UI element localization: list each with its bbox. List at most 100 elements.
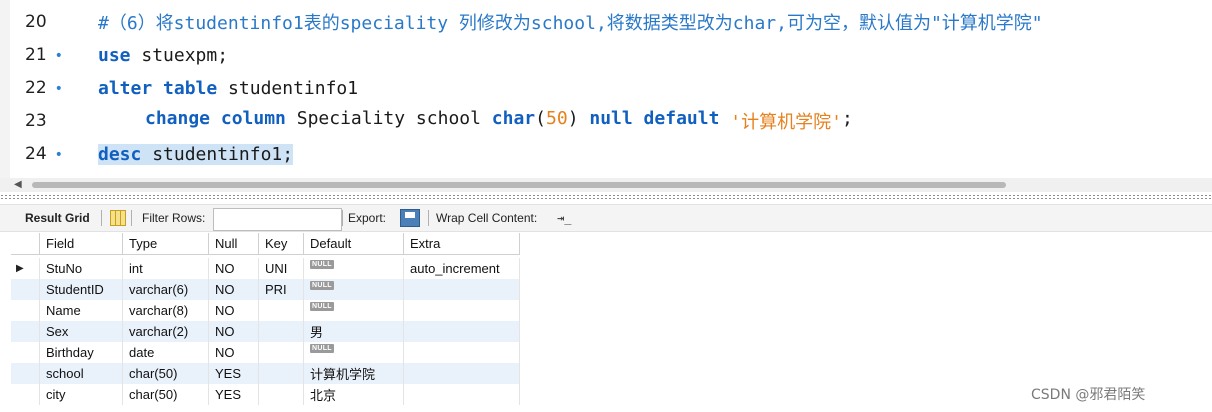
selected-code[interactable]: desc studentinfo1; xyxy=(98,143,294,165)
column-header-type[interactable]: Type xyxy=(123,233,209,255)
horizontal-scrollbar[interactable]: ◀ xyxy=(0,178,1212,192)
wrap-cell-label: Wrap Cell Content: xyxy=(436,211,538,225)
cell-null[interactable]: NO xyxy=(209,300,259,321)
code-string: '计算机学院' xyxy=(730,112,842,133)
filter-rows-input[interactable] xyxy=(213,208,342,231)
line-number: 20 xyxy=(25,12,47,32)
row-selector[interactable] xyxy=(11,321,40,342)
row-selector[interactable] xyxy=(11,300,40,321)
cell-key[interactable]: UNI xyxy=(259,258,304,279)
cell-field[interactable]: StudentID xyxy=(40,279,123,300)
cell-type[interactable]: char(50) xyxy=(123,384,209,405)
cell-field[interactable]: Sex xyxy=(40,321,123,342)
scroll-left-icon[interactable]: ◀ xyxy=(14,179,22,190)
column-header-key[interactable]: Key xyxy=(259,233,304,255)
cell-null[interactable]: YES xyxy=(209,384,259,405)
export-icon[interactable] xyxy=(400,209,420,227)
row-selector[interactable] xyxy=(11,384,40,405)
code-text: studentinfo1; xyxy=(141,143,294,165)
column-header-field[interactable]: Field xyxy=(40,233,123,255)
row-selector[interactable] xyxy=(11,363,40,384)
cell-extra[interactable]: auto_increment xyxy=(404,258,520,279)
row-header-corner xyxy=(11,233,40,255)
cell-null[interactable]: NO xyxy=(209,321,259,342)
cell-extra[interactable] xyxy=(404,321,520,342)
column-header-extra[interactable]: Extra xyxy=(404,233,520,255)
cell-null[interactable]: NO xyxy=(209,279,259,300)
cell-field[interactable]: school xyxy=(40,363,123,384)
table-row[interactable]: StudentID varchar(6) NO PRI NULL xyxy=(11,279,520,300)
keyword: alter table xyxy=(98,77,218,99)
cell-key[interactable]: PRI xyxy=(259,279,304,300)
cell-key[interactable] xyxy=(259,300,304,321)
code-text: stuexpm; xyxy=(130,44,229,66)
cell-key[interactable] xyxy=(259,342,304,363)
cell-extra[interactable] xyxy=(404,300,520,321)
line-number: 21 • xyxy=(25,45,63,65)
cell-key[interactable] xyxy=(259,321,304,342)
cell-extra[interactable] xyxy=(404,342,520,363)
cell-field[interactable]: StuNo xyxy=(40,258,123,279)
cell-type[interactable]: date xyxy=(123,342,209,363)
cell-null[interactable]: NO xyxy=(209,342,259,363)
cell-type[interactable]: varchar(6) xyxy=(123,279,209,300)
column-header-default[interactable]: Default xyxy=(304,233,404,255)
table-row[interactable]: school char(50) YES 计算机学院 xyxy=(11,363,520,384)
code-paren: ( xyxy=(535,108,546,129)
cell-type[interactable]: int xyxy=(123,258,209,279)
code-paren: ) xyxy=(567,108,579,129)
statement-marker-icon: • xyxy=(54,81,63,97)
cell-null[interactable]: NO xyxy=(209,258,259,279)
cell-key[interactable] xyxy=(259,363,304,384)
cell-type[interactable]: char(50) xyxy=(123,363,209,384)
export-label: Export: xyxy=(348,211,387,225)
cell-default[interactable]: NULL xyxy=(304,279,404,300)
toolbar-divider xyxy=(428,210,429,226)
cell-default[interactable]: 计算机学院 xyxy=(304,363,404,384)
row-selector[interactable] xyxy=(11,342,40,363)
table-row[interactable]: ▶ StuNo int NO UNI NULL auto_increment xyxy=(11,258,520,279)
keyword: char xyxy=(491,108,536,129)
cell-extra[interactable] xyxy=(404,363,520,384)
watermark: CSDN @邪君陌笑 xyxy=(1031,387,1146,403)
code-text: Speciality school xyxy=(285,108,492,129)
cell-default[interactable]: NULL xyxy=(304,258,404,279)
toolbar-divider xyxy=(131,210,132,226)
sql-editor[interactable]: 20 #（6）将studentinfo1表的speciality 列修改为sch… xyxy=(0,0,1212,178)
grid-header: Field Type Null Key Default Extra xyxy=(11,233,520,255)
column-header-null[interactable]: Null xyxy=(209,233,259,255)
editor-gutter xyxy=(0,0,10,178)
cell-null[interactable]: YES xyxy=(209,363,259,384)
cell-field[interactable]: Name xyxy=(40,300,123,321)
keyword: change column xyxy=(145,108,286,129)
cell-default[interactable]: NULL xyxy=(304,300,404,321)
result-grid-tab[interactable]: Result Grid xyxy=(25,205,90,231)
table-row[interactable]: Sex varchar(2) NO 男 xyxy=(11,321,520,342)
statement-marker-icon: • xyxy=(54,48,63,64)
table-row[interactable]: Birthday date NO NULL xyxy=(11,342,520,363)
table-row[interactable]: Name varchar(8) NO NULL xyxy=(11,300,520,321)
toolbar-divider xyxy=(101,210,102,226)
cell-extra[interactable] xyxy=(404,384,520,405)
wrap-icon[interactable]: ⇥̲ xyxy=(557,211,571,225)
row-selector[interactable] xyxy=(11,279,40,300)
toolbar-divider xyxy=(342,210,343,226)
cell-key[interactable] xyxy=(259,384,304,405)
table-row[interactable]: city char(50) YES 北京 xyxy=(11,384,520,405)
keyword: null default xyxy=(578,108,720,129)
cell-default[interactable]: 男 xyxy=(304,321,404,342)
cell-type[interactable]: varchar(8) xyxy=(123,300,209,321)
cell-default[interactable]: 北京 xyxy=(304,384,404,405)
panel-splitter[interactable] xyxy=(0,194,1212,200)
cell-default[interactable]: NULL xyxy=(304,342,404,363)
code-text: ; xyxy=(841,108,853,129)
null-badge: NULL xyxy=(310,281,334,290)
cell-field[interactable]: Birthday xyxy=(40,342,123,363)
cell-extra[interactable] xyxy=(404,279,520,300)
cell-field[interactable]: city xyxy=(40,384,123,405)
grid-icon[interactable] xyxy=(110,210,126,226)
line-number: 23 xyxy=(25,111,47,131)
cell-type[interactable]: varchar(2) xyxy=(123,321,209,342)
keyword: desc xyxy=(98,143,142,165)
scrollbar-thumb[interactable] xyxy=(32,182,1006,188)
